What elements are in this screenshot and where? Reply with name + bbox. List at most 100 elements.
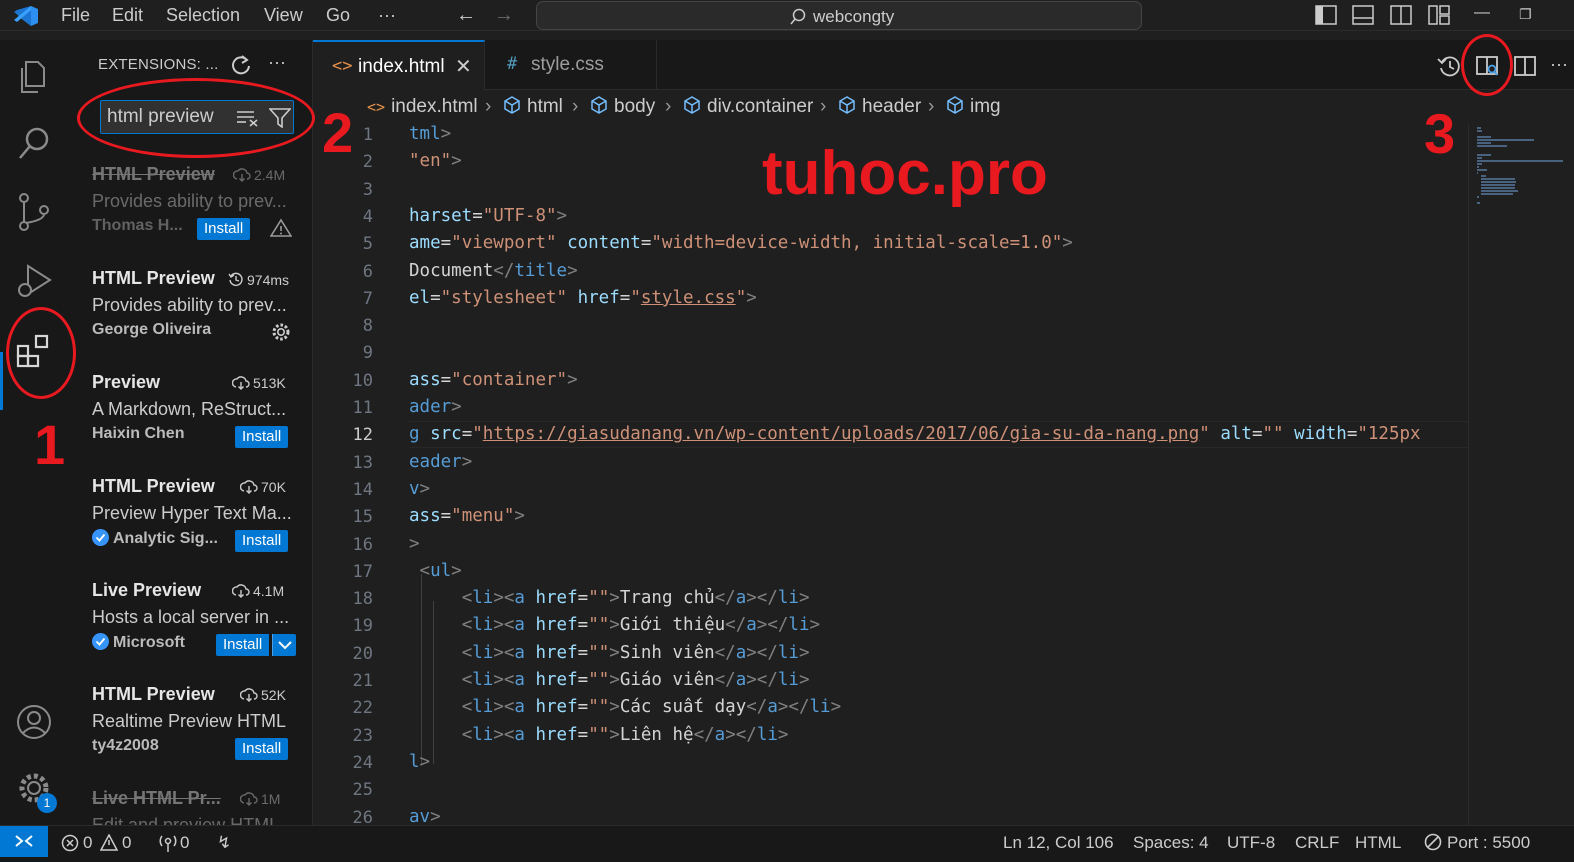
remote-indicator[interactable] (0, 826, 48, 857)
extension-item[interactable]: HTML Preview 974ms Provides ability to pre… (92, 268, 302, 364)
run-debug-icon[interactable] (14, 260, 54, 302)
code-line[interactable]: > (409, 534, 420, 554)
toggle-primary-sidebar-icon[interactable] (1315, 5, 1337, 25)
refresh-icon[interactable] (230, 54, 252, 76)
code-token: > (798, 670, 810, 690)
code-line[interactable]: <ul> (409, 561, 462, 581)
code-line[interactable]: Document</title> (409, 261, 578, 281)
code-line[interactable]: ame="viewport" content="width=device-wid… (409, 233, 1073, 253)
code-token: a (514, 588, 525, 609)
extension-item[interactable]: Live HTML Pr... 1M Edit and preview HTML..… (92, 788, 302, 825)
menu-edit[interactable]: Edit (112, 5, 143, 26)
code-line[interactable]: v> (409, 479, 430, 499)
breadcrumb-item[interactable]: header (838, 96, 921, 118)
menu-go[interactable]: Go (326, 5, 350, 26)
explorer-icon[interactable] (14, 56, 54, 96)
code-line[interactable]: av> (409, 807, 441, 826)
code-line[interactable]: l> (409, 752, 430, 772)
code-line[interactable]: el="stylesheet" href="style.css"> (409, 288, 757, 308)
extension-item[interactable]: Live Preview 4.1M Hosts a local server in … (92, 580, 302, 676)
breadcrumb-item[interactable]: body (590, 96, 655, 118)
search-icon[interactable] (14, 124, 54, 164)
extension-item[interactable]: HTML Preview 70K Preview Hyper Text Ma... A… (92, 476, 302, 572)
tab-index-html[interactable]: <> index.html ✕ (313, 40, 485, 90)
code-token: > (798, 642, 810, 663)
minimap[interactable] (1468, 123, 1574, 825)
toggle-secondary-sidebar-icon[interactable] (1390, 5, 1412, 25)
breadcrumb-item[interactable]: div.container (683, 96, 813, 118)
menu-selection[interactable]: Selection (166, 5, 240, 26)
settings-icon[interactable] (270, 321, 292, 348)
code-line[interactable]: <li><a href="">Các suất dạy</a></li> (409, 697, 841, 717)
breadcrumb-item[interactable]: img (946, 96, 1001, 118)
encoding[interactable]: UTF-8 (1227, 833, 1275, 853)
install-button[interactable]: Install (235, 738, 289, 760)
editor-more-icon[interactable]: ··· (1550, 54, 1568, 75)
extension-item[interactable]: Preview 513K A Markdown, ReStruct... Haixin… (92, 372, 302, 468)
menu-view[interactable]: View (264, 5, 303, 26)
code-line[interactable]: ass="container"> (409, 370, 578, 390)
extension-description: Provides ability to prev... (92, 191, 287, 211)
back-arrow-icon[interactable]: ← (456, 4, 476, 27)
error-count[interactable]: 0 (83, 833, 92, 853)
install-dropdown-button[interactable] (272, 634, 296, 656)
forward-arrow-icon[interactable]: → (494, 4, 514, 27)
extension-item[interactable]: HTML Preview 2.4M Provides ability to prev… (92, 164, 302, 260)
code-line[interactable]: tml> (409, 124, 451, 144)
code-line[interactable]: g src="https://giasudanang.vn/wp-content… (409, 424, 1421, 444)
code-token: > (798, 588, 810, 609)
install-button[interactable]: Install (235, 530, 289, 552)
customize-layout-icon[interactable] (1428, 5, 1450, 25)
command-center[interactable]: webcongty (536, 1, 1142, 30)
status-bar: 0 0 0 ↯ Ln 12, Col 106 Spaces: 4 UTF-8 C… (0, 825, 1574, 862)
code-line[interactable]: <li><a href="">Giáo viên</a></li> (409, 670, 810, 690)
close-icon[interactable]: ✕ (455, 54, 472, 79)
breadcrumb-item[interactable]: <> index.html (367, 96, 478, 118)
restore-icon[interactable]: ❐ (1519, 6, 1532, 23)
install-button[interactable]: Install (197, 218, 251, 240)
install-button[interactable]: Install (235, 426, 289, 448)
line-number: 23 (352, 725, 373, 746)
end-of-line[interactable]: CRLF (1295, 833, 1339, 853)
code-token: Liên hệ (619, 724, 694, 745)
lightning-icon[interactable]: ↯ (217, 833, 231, 853)
code-line[interactable]: eader> (409, 452, 472, 472)
extension-name: Live HTML Pr... (92, 788, 221, 808)
extension-item[interactable]: HTML Preview 52K Realtime Preview HTML ty4z… (92, 684, 302, 780)
source-control-icon[interactable] (14, 190, 54, 234)
ports-count[interactable]: 0 (180, 833, 189, 853)
code-line[interactable]: <li><a href="">Sinh viên</a></li> (409, 643, 810, 663)
tab-style-css[interactable]: # style.css (485, 40, 657, 90)
code-token: </ (725, 615, 747, 636)
error-icon[interactable] (61, 834, 79, 852)
code-token: a (514, 642, 525, 663)
code-line[interactable]: harset="UTF-8"> (409, 206, 567, 226)
broadcast-icon[interactable] (157, 833, 179, 853)
code-editor[interactable]: 1 tml> 2 "en"> 3 4 harset="UTF-8"> 5 ame="viewpo… (313, 123, 1468, 825)
code-line[interactable]: ass="menu"> (409, 506, 525, 526)
indentation[interactable]: Spaces: 4 (1133, 833, 1209, 853)
timeline-icon[interactable] (1437, 54, 1461, 78)
account-icon[interactable] (14, 702, 54, 742)
menu-more[interactable]: ··· (378, 5, 396, 26)
cursor-position[interactable]: Ln 12, Col 106 (1003, 833, 1114, 853)
code-line[interactable]: <li><a href="">Liên hệ</a></li> (409, 724, 789, 745)
vscode-logo-icon[interactable] (10, 4, 40, 28)
code-line[interactable]: "en"> (409, 151, 462, 171)
warning-count[interactable]: 0 (122, 833, 131, 853)
language-mode[interactable]: HTML (1355, 833, 1401, 853)
code-line[interactable]: <li><a href="">Trang chủ</a></li> (409, 588, 810, 608)
live-server-port[interactable]: Port : 5500 (1447, 833, 1530, 853)
toggle-panel-icon[interactable] (1352, 5, 1374, 25)
minimize-icon[interactable]: — (1474, 4, 1490, 22)
code-token: a (714, 724, 726, 745)
menu-file[interactable]: File (61, 5, 90, 26)
code-line[interactable]: ader> (409, 397, 462, 417)
warning-icon[interactable] (269, 218, 293, 243)
split-editor-icon[interactable] (1513, 54, 1537, 78)
breadcrumb-item[interactable]: html (503, 96, 563, 118)
more-actions-icon[interactable]: ··· (268, 52, 286, 73)
warning-icon[interactable] (100, 834, 118, 852)
install-button[interactable]: Install (216, 634, 270, 656)
code-line[interactable]: <li><a href="">Giới thiệu</a></li> (409, 615, 820, 635)
